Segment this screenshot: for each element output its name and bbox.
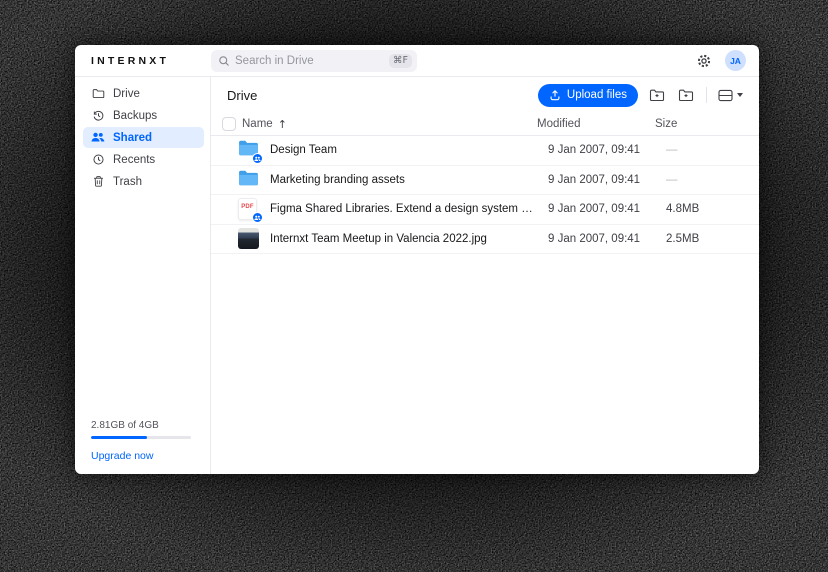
sidebar-item-recents[interactable]: Recents <box>83 149 204 170</box>
folder-icon <box>238 169 259 191</box>
sidebar-item-label: Trash <box>113 176 142 188</box>
column-header-size[interactable]: Size <box>655 118 739 130</box>
upload-files-button[interactable]: Upload files <box>538 84 638 107</box>
sidebar-item-label: Recents <box>113 154 155 166</box>
column-header-modified[interactable]: Modified <box>537 118 655 130</box>
storage-usage-label: 2.81GB of 4GB <box>91 420 195 431</box>
sort-ascending-icon[interactable]: ↑ <box>278 118 287 131</box>
user-avatar[interactable]: JA <box>725 50 746 71</box>
top-header: INTERNXT ⌘F JA <box>75 45 759 77</box>
column-header-name[interactable]: Name <box>242 118 273 130</box>
pdf-file-icon: PDF <box>238 198 259 220</box>
settings-gear-icon[interactable] <box>694 51 714 71</box>
table-header: Name ↑ Modified Size <box>211 113 759 136</box>
file-modified: 9 Jan 2007, 09:41 <box>548 144 666 156</box>
chevron-down-icon <box>737 93 743 97</box>
sidebar: Drive Backups <box>75 77 211 474</box>
file-name: Internxt Team Meetup in Valencia 2022.jp… <box>270 233 548 245</box>
app-window: INTERNXT ⌘F JA <box>75 45 759 474</box>
main-panel: Drive Upload files <box>211 77 759 474</box>
shared-badge-icon <box>252 212 263 223</box>
file-modified: 9 Jan 2007, 09:41 <box>548 203 666 215</box>
table-row[interactable]: PDF Figma Shared Libraries. Extend a des… <box>211 195 759 225</box>
search-bar[interactable]: ⌘F <box>211 50 417 72</box>
new-folder-button[interactable] <box>676 86 696 104</box>
file-size: — <box>666 174 750 186</box>
table-row[interactable]: Marketing branding assets 9 Jan 2007, 09… <box>211 166 759 196</box>
folder-outline-icon <box>91 87 105 101</box>
upload-files-label: Upload files <box>567 89 627 101</box>
breadcrumb: Drive <box>227 88 257 103</box>
file-modified: 9 Jan 2007, 09:41 <box>548 174 666 186</box>
image-thumbnail <box>238 228 259 250</box>
upload-folder-button[interactable] <box>647 86 667 104</box>
file-name: Design Team <box>270 144 548 156</box>
upload-icon <box>549 89 561 101</box>
file-size: 4.8MB <box>666 203 750 215</box>
storage-progress-bar <box>91 436 191 439</box>
sidebar-item-backups[interactable]: Backups <box>83 105 204 126</box>
search-icon <box>218 55 230 67</box>
sidebar-item-shared[interactable]: Shared <box>83 127 204 148</box>
storage-progress-fill <box>91 436 147 439</box>
shared-badge-icon <box>252 153 263 164</box>
select-all-checkbox[interactable] <box>222 117 236 131</box>
shared-folder-icon <box>238 139 259 161</box>
trash-icon <box>91 175 105 189</box>
clock-icon <box>91 153 105 167</box>
sidebar-item-label: Drive <box>113 88 140 100</box>
toolbar-divider <box>706 87 707 103</box>
storage-section: 2.81GB of 4GB Upgrade now <box>91 420 195 462</box>
file-name: Marketing branding assets <box>270 174 548 186</box>
shared-users-icon <box>91 131 105 145</box>
sidebar-item-trash[interactable]: Trash <box>83 171 204 192</box>
file-size: 2.5MB <box>666 233 750 245</box>
toolbar: Drive Upload files <box>211 77 759 113</box>
search-input[interactable] <box>235 55 389 67</box>
table-row[interactable]: Design Team 9 Jan 2007, 09:41 — <box>211 136 759 166</box>
upgrade-now-link[interactable]: Upgrade now <box>91 450 195 462</box>
file-name: Figma Shared Libraries. Extend a design … <box>270 203 548 215</box>
file-size: — <box>666 144 750 156</box>
file-modified: 9 Jan 2007, 09:41 <box>548 233 666 245</box>
search-shortcut-badge: ⌘F <box>389 54 412 68</box>
backup-clock-icon <box>91 109 105 123</box>
table-row[interactable]: Internxt Team Meetup in Valencia 2022.jp… <box>211 225 759 255</box>
internxt-logo: INTERNXT <box>91 55 169 67</box>
sidebar-item-drive[interactable]: Drive <box>83 83 204 104</box>
sidebar-item-label: Shared <box>113 132 152 144</box>
sidebar-item-label: Backups <box>113 110 157 122</box>
view-mode-toggle[interactable] <box>716 87 745 104</box>
